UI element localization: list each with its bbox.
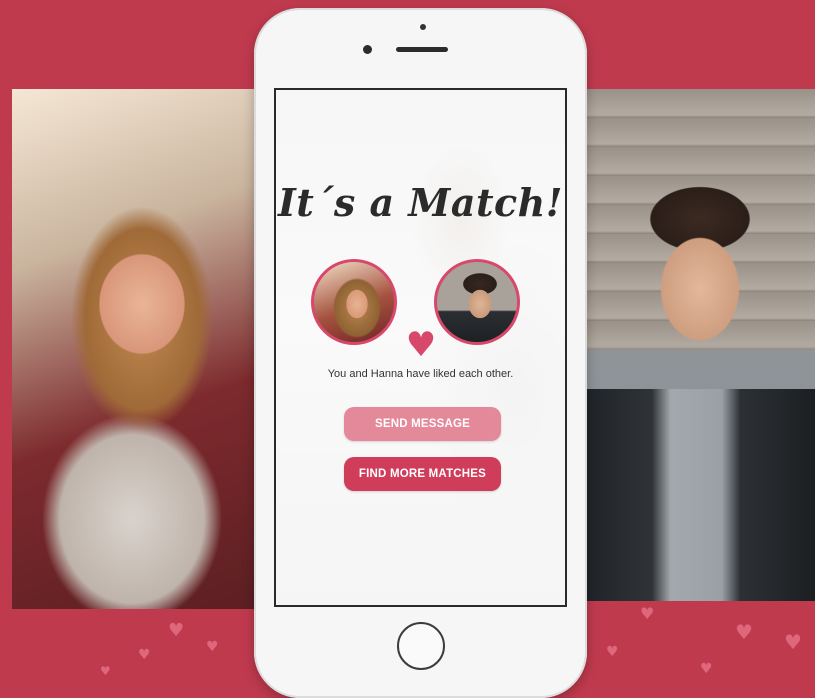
background-heart-icon: ♥ bbox=[206, 639, 219, 655]
send-message-button[interactable]: SEND MESSAGE bbox=[344, 407, 501, 441]
phone-mockup: It´s a Match! ♥ You and Hanna have liked… bbox=[254, 8, 587, 698]
sensor-dot bbox=[420, 24, 426, 30]
front-camera bbox=[363, 45, 372, 54]
liked-each-other-message: You and Hanna have liked each other. bbox=[327, 368, 514, 380]
background-heart-icon: ♥ bbox=[735, 620, 753, 644]
profile-photo-left bbox=[12, 89, 256, 609]
heart-icon: ♥ bbox=[405, 325, 437, 365]
avatar-current-user[interactable] bbox=[434, 259, 520, 345]
background-heart-icon: ♥ bbox=[100, 664, 111, 678]
earpiece-speaker bbox=[396, 47, 448, 52]
background-heart-icon: ♥ bbox=[138, 647, 151, 663]
match-screen: It´s a Match! ♥ You and Hanna have liked… bbox=[274, 88, 567, 607]
background-heart-icon: ♥ bbox=[700, 661, 713, 677]
background-heart-icon: ♥ bbox=[640, 604, 655, 623]
background-heart-icon: ♥ bbox=[168, 620, 185, 641]
home-button[interactable] bbox=[397, 622, 445, 670]
profile-photo-right bbox=[582, 89, 815, 601]
background-heart-icon: ♥ bbox=[784, 630, 802, 654]
jacket-illustration bbox=[582, 389, 815, 601]
match-title: It´s a Match! bbox=[278, 180, 563, 225]
background-heart-icon: ♥ bbox=[606, 644, 619, 660]
avatar-user-hanna[interactable] bbox=[311, 259, 397, 345]
find-more-matches-button[interactable]: FIND MORE MATCHES bbox=[344, 457, 501, 491]
